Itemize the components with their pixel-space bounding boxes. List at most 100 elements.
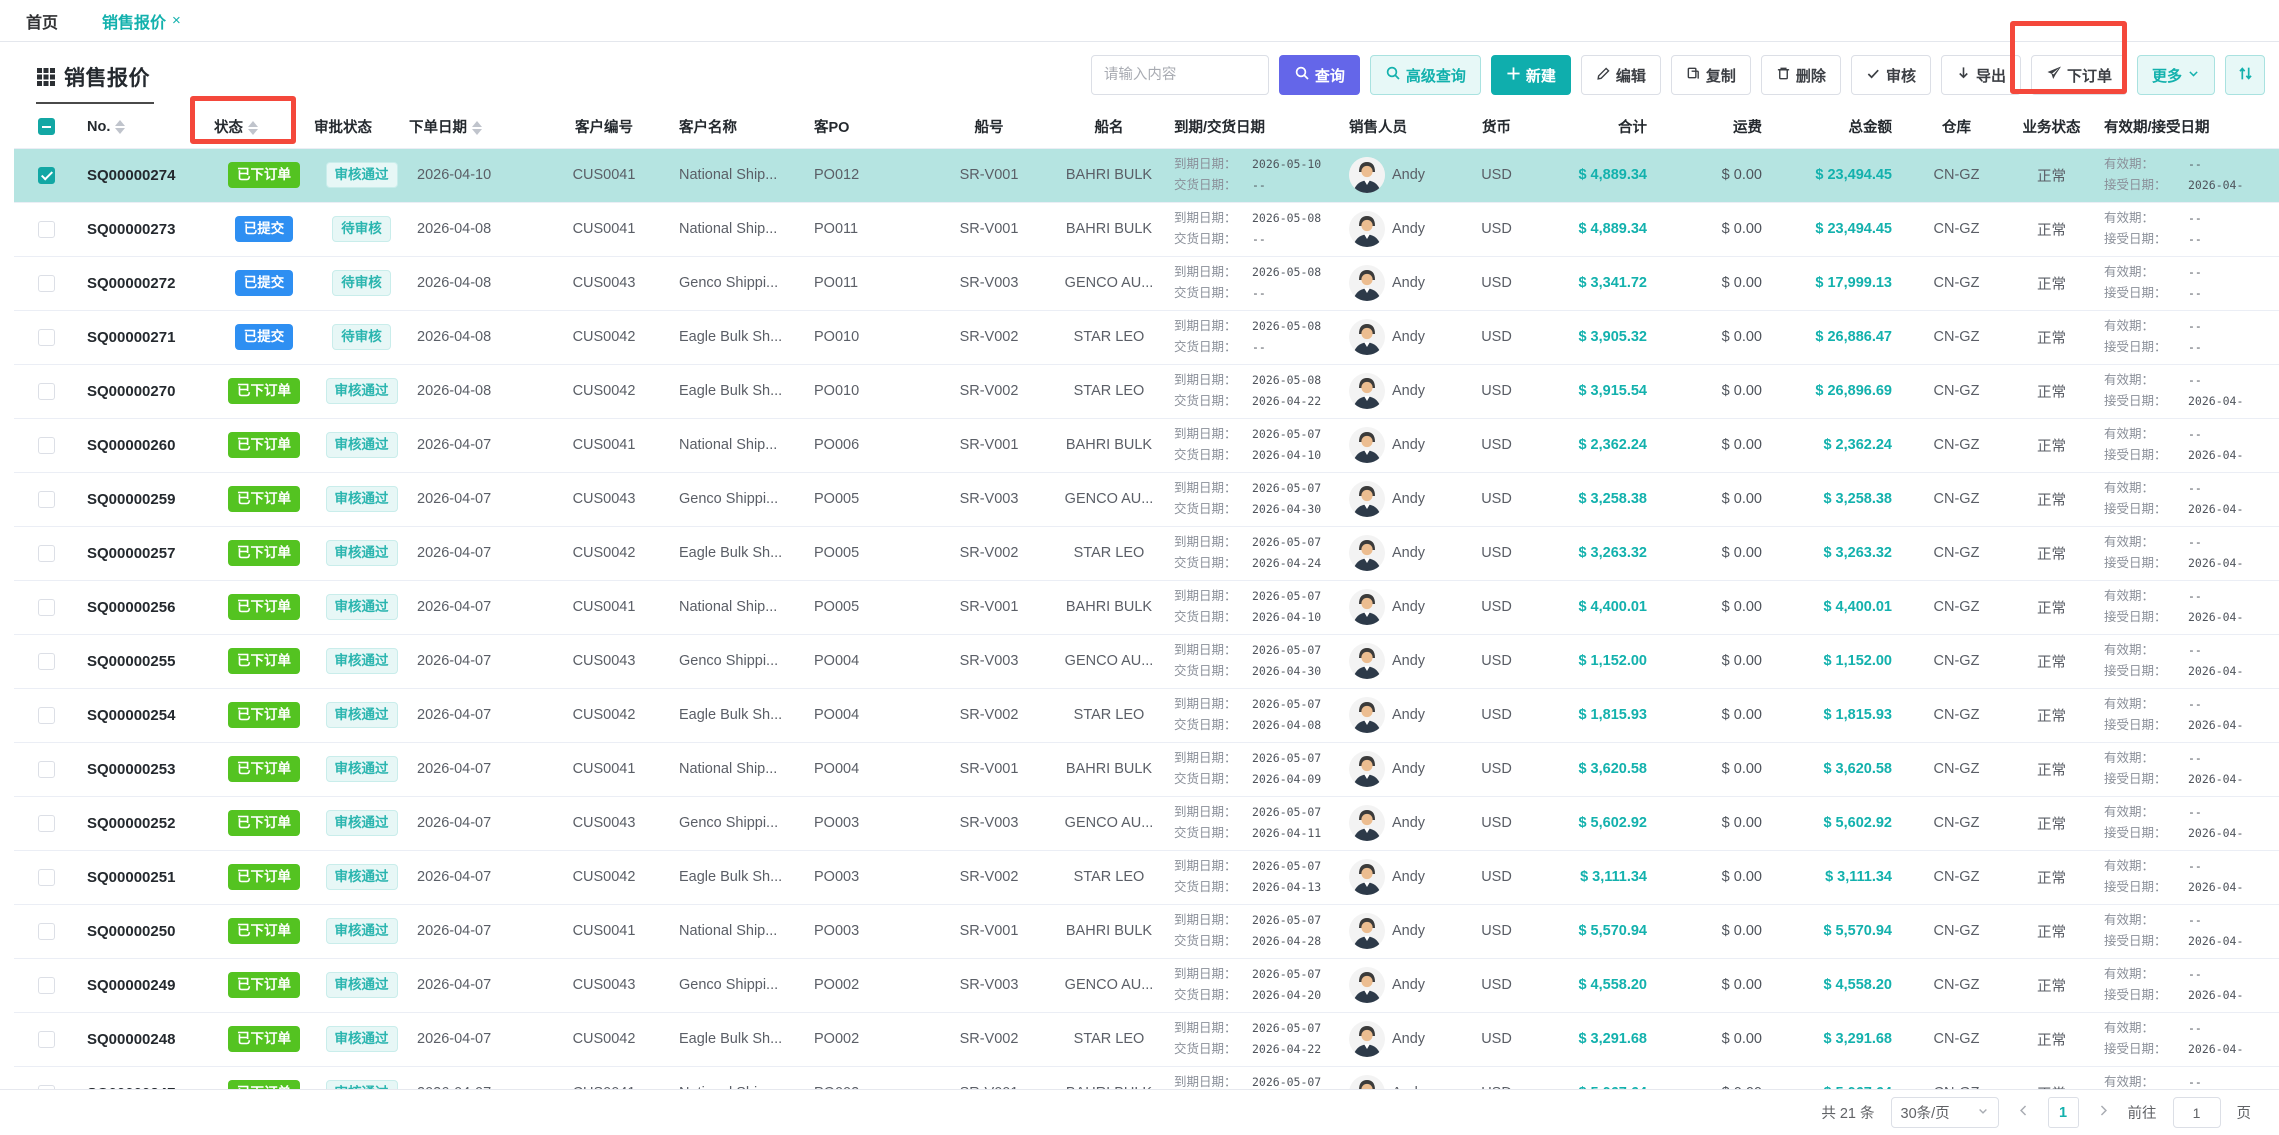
grand-total-amount: $ 3,291.68 xyxy=(1823,1031,1892,1047)
col-customer-po: 客PO xyxy=(814,106,934,148)
currency: USD xyxy=(1481,977,1512,993)
table-row[interactable]: SQ00000271 已提交 待审核 2026-04-08 CUS0042 Ea… xyxy=(14,310,2279,364)
row-checkbox[interactable] xyxy=(38,761,55,778)
valid-accept-cell: 有效期：-- 接受日期：2026-04- xyxy=(2104,634,2279,688)
total-amount: $ 3,291.68 xyxy=(1578,1031,1647,1047)
ship-no: SR-V003 xyxy=(960,653,1019,669)
tab-close-icon[interactable]: × xyxy=(172,12,181,29)
goto-page-input[interactable] xyxy=(2173,1097,2221,1128)
row-checkbox[interactable] xyxy=(38,653,55,670)
row-checkbox[interactable] xyxy=(38,977,55,994)
ship-name: BAHRI BULK xyxy=(1066,437,1152,453)
biz-status: 正常 xyxy=(2037,439,2066,455)
table-row[interactable]: SQ00000252 已下订单 审核通过 2026-04-07 CUS0043 … xyxy=(14,796,2279,850)
select-all-checkbox[interactable] xyxy=(38,118,55,135)
avatar xyxy=(1349,1021,1385,1057)
sort-caret-icon[interactable] xyxy=(248,121,258,135)
place-order-button[interactable]: 下订单 xyxy=(2031,55,2127,95)
sales-person-name: Andy xyxy=(1392,275,1425,291)
page-number[interactable]: 1 xyxy=(2048,1097,2079,1128)
advanced-query-button[interactable]: 高级查询 xyxy=(1370,55,1481,95)
row-checkbox[interactable] xyxy=(38,437,55,454)
col-ship-name: 船名 xyxy=(1044,106,1174,148)
ship-no: SR-V001 xyxy=(960,599,1019,615)
row-checkbox[interactable] xyxy=(38,923,55,940)
table-row[interactable]: SQ00000253 已下订单 审核通过 2026-04-07 CUS0041 … xyxy=(14,742,2279,796)
row-checkbox[interactable] xyxy=(38,383,55,400)
col-no[interactable]: No. xyxy=(79,106,214,148)
ship-name: GENCO AU... xyxy=(1065,653,1154,669)
table-row[interactable]: SQ00000249 已下订单 审核通过 2026-04-07 CUS0043 … xyxy=(14,958,2279,1012)
audit-button[interactable]: 审核 xyxy=(1851,55,1931,95)
customer-name: Genco Shippi... xyxy=(679,491,778,507)
row-checkbox[interactable] xyxy=(38,491,55,508)
sort-caret-icon[interactable] xyxy=(115,120,125,134)
due-delivery-cell: 到期日期：2026-05-07 交货日期：2026-04-24 xyxy=(1174,526,1349,580)
due-delivery-cell: 到期日期：2026-05-07 交货日期：2026-04-30 xyxy=(1174,634,1349,688)
query-button[interactable]: 查询 xyxy=(1279,55,1360,95)
row-checkbox[interactable] xyxy=(38,869,55,886)
table-row[interactable]: SQ00000254 已下订单 审核通过 2026-04-07 CUS0042 … xyxy=(14,688,2279,742)
quote-number: SQ00000272 xyxy=(87,275,175,292)
row-checkbox[interactable] xyxy=(38,167,55,184)
table-row[interactable]: SQ00000255 已下订单 审核通过 2026-04-07 CUS0043 … xyxy=(14,634,2279,688)
col-status[interactable]: 状态 xyxy=(214,106,314,148)
sales-person-cell: Andy xyxy=(1349,913,1454,949)
page-size-select[interactable]: 30条/页 xyxy=(1891,1097,1999,1128)
table-row[interactable]: SQ00000248 已下订单 审核通过 2026-04-07 CUS0042 … xyxy=(14,1012,2279,1066)
table-row[interactable]: SQ00000257 已下订单 审核通过 2026-04-07 CUS0042 … xyxy=(14,526,2279,580)
sort-caret-icon[interactable] xyxy=(472,121,482,135)
order-date: 2026-04-07 xyxy=(417,761,491,777)
table-row[interactable]: SQ00000272 已提交 待审核 2026-04-08 CUS0043 Ge… xyxy=(14,256,2279,310)
row-checkbox[interactable] xyxy=(38,599,55,616)
row-checkbox[interactable] xyxy=(38,275,55,292)
table-row[interactable]: SQ00000259 已下订单 审核通过 2026-04-07 CUS0043 … xyxy=(14,472,2279,526)
row-checkbox[interactable] xyxy=(38,329,55,346)
avatar xyxy=(1349,535,1385,571)
sales-person-name: Andy xyxy=(1392,815,1425,831)
prev-page-icon[interactable] xyxy=(2015,1104,2032,1121)
status-badge: 已下订单 xyxy=(228,540,300,566)
tab-sales-quotation[interactable]: 销售报价 × xyxy=(102,9,181,33)
export-button[interactable]: 导出 xyxy=(1941,55,2021,95)
table-row[interactable]: SQ00000251 已下订单 审核通过 2026-04-07 CUS0042 … xyxy=(14,850,2279,904)
row-checkbox[interactable] xyxy=(38,545,55,562)
table-row[interactable]: SQ00000273 已提交 待审核 2026-04-08 CUS0041 Na… xyxy=(14,202,2279,256)
row-checkbox[interactable] xyxy=(38,1031,55,1048)
edit-icon xyxy=(1596,66,1611,85)
total-amount: $ 3,915.54 xyxy=(1578,383,1647,399)
status-badge: 已下订单 xyxy=(228,864,300,890)
next-page-icon[interactable] xyxy=(2095,1104,2112,1121)
customer-name: Genco Shippi... xyxy=(679,977,778,993)
valid-accept-cell: 有效期：-- 接受日期：2026-04- xyxy=(2104,796,2279,850)
customer-no: CUS0043 xyxy=(573,653,636,669)
delete-button[interactable]: 删除 xyxy=(1761,55,1841,95)
customer-po: PO003 xyxy=(814,869,859,885)
table-row[interactable]: SQ00000260 已下订单 审核通过 2026-04-07 CUS0041 … xyxy=(14,418,2279,472)
more-button[interactable]: 更多 xyxy=(2137,55,2215,95)
search-input[interactable] xyxy=(1091,55,1269,95)
sales-person-cell: Andy xyxy=(1349,751,1454,787)
table-row[interactable]: SQ00000250 已下订单 审核通过 2026-04-07 CUS0041 … xyxy=(14,904,2279,958)
row-checkbox[interactable] xyxy=(38,221,55,238)
quote-number: SQ00000270 xyxy=(87,383,175,400)
table-row[interactable]: SQ00000256 已下订单 审核通过 2026-04-07 CUS0041 … xyxy=(14,580,2279,634)
status-badge: 已下订单 xyxy=(228,756,300,782)
customer-no: CUS0041 xyxy=(573,437,636,453)
avatar xyxy=(1349,751,1385,787)
row-checkbox[interactable] xyxy=(38,815,55,832)
due-delivery-cell: 到期日期：2026-05-07 交货日期：2026-04-10 xyxy=(1174,580,1349,634)
tab-home[interactable]: 首页 xyxy=(26,9,58,33)
edit-button[interactable]: 编辑 xyxy=(1581,55,1661,95)
col-order-date[interactable]: 下单日期 xyxy=(409,106,529,148)
create-button[interactable]: 新建 xyxy=(1491,55,1571,95)
sort-toggle-button[interactable] xyxy=(2225,55,2265,95)
total-amount: $ 3,620.58 xyxy=(1578,761,1647,777)
quote-number: SQ00000251 xyxy=(87,869,175,886)
customer-po: PO006 xyxy=(814,437,859,453)
avatar xyxy=(1349,265,1385,301)
table-row[interactable]: SQ00000270 已下订单 审核通过 2026-04-08 CUS0042 … xyxy=(14,364,2279,418)
copy-button[interactable]: 复制 xyxy=(1671,55,1751,95)
row-checkbox[interactable] xyxy=(38,707,55,724)
table-row[interactable]: SQ00000274 已下订单 审核通过 2026-04-10 CUS0041 … xyxy=(14,148,2279,202)
